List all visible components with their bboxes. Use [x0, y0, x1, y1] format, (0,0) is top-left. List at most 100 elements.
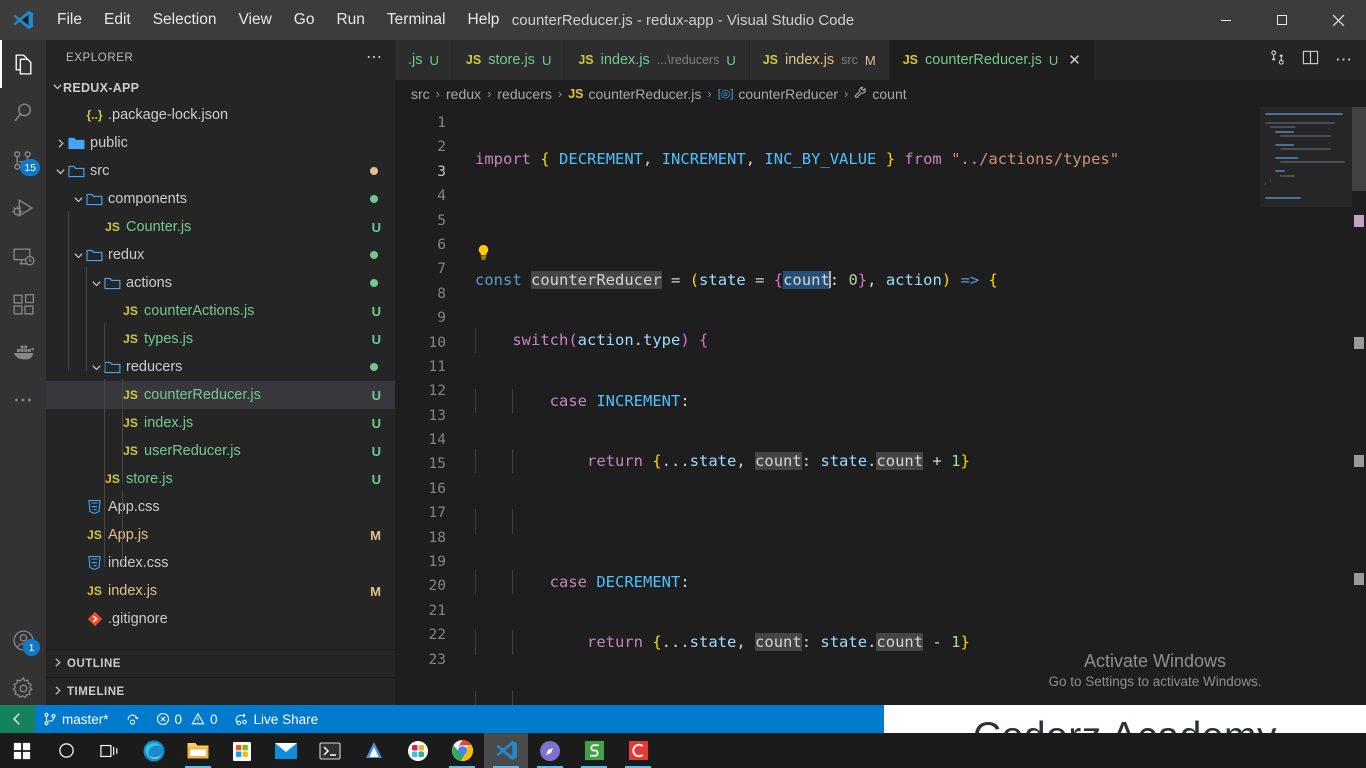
taskbar-postman[interactable] [528, 733, 572, 768]
taskbar-xampp[interactable] [352, 733, 396, 768]
sidebar-more-actions-icon[interactable]: ⋯ [366, 49, 383, 65]
tree-item-counter-js[interactable]: JS Counter.js U [46, 213, 395, 241]
menu-item-go[interactable]: Go [283, 7, 326, 33]
taskbar-terminal[interactable] [308, 733, 352, 768]
activity-docker[interactable] [0, 328, 46, 376]
editor-scrollbar[interactable] [1352, 107, 1366, 705]
taskbar-slack[interactable] [396, 733, 440, 768]
menu-item-file[interactable]: File [46, 7, 93, 33]
editor-actions[interactable]: ⋯ [1255, 40, 1366, 80]
tree-item-counteractions-js[interactable]: JS counterActions.js U [46, 297, 395, 325]
taskbar-search-button[interactable] [44, 733, 88, 768]
close-button[interactable] [1310, 0, 1366, 40]
tree-item-userreducer-js[interactable]: JS userReducer.js U [46, 437, 395, 465]
taskbar-start-button[interactable] [0, 733, 44, 768]
tree-item-components[interactable]: components [46, 185, 395, 213]
code-line-10 [457, 690, 1366, 705]
maximize-button[interactable] [1254, 0, 1310, 40]
tab-bar[interactable]: .js U JS store.js U JS index.js ...\reducers U JS… [395, 40, 1366, 80]
file-tree[interactable]: {..} .package-lock.json public src component… [46, 101, 395, 649]
tree-root-redux-app[interactable]: REDUX-APP [46, 75, 395, 101]
activity-bar[interactable]: 15 1 [0, 40, 46, 720]
editor-tab-index-js[interactable]: JS index.js src M [749, 40, 890, 80]
taskbar-c-app[interactable] [616, 733, 660, 768]
scrollbar-thumb[interactable] [1352, 107, 1366, 191]
status-branch[interactable]: master* [35, 705, 117, 733]
activity-extensions[interactable] [0, 280, 46, 328]
taskbar-task-view-button[interactable] [88, 733, 132, 768]
activity-more-views[interactable] [0, 376, 46, 424]
status-problems[interactable]: 0 0 [148, 705, 226, 733]
taskbar-visual-studio-code[interactable] [484, 733, 528, 768]
breadcrumb-separator: › [487, 86, 492, 101]
menu-item-run[interactable]: Run [325, 7, 375, 33]
tree-item-index-js[interactable]: JS index.js M [46, 577, 395, 605]
taskbar-microsoft-store[interactable] [220, 733, 264, 768]
tab-close-icon[interactable]: ✕ [1068, 51, 1081, 69]
menu-item-help[interactable]: Help [457, 7, 511, 33]
tree-item-types-js[interactable]: JS types.js U [46, 325, 395, 353]
menu-item-terminal[interactable]: Terminal [376, 7, 457, 33]
status-sync-button[interactable] [117, 705, 148, 733]
menu-bar[interactable]: File Edit Selection View Go Run Terminal… [46, 7, 510, 33]
taskbar-chrome[interactable] [440, 733, 484, 768]
split-editor-icon[interactable] [1302, 49, 1319, 71]
tree-item-counterreducer-js[interactable]: JS counterReducer.js U [46, 381, 395, 409]
activity-source-control[interactable]: 15 [0, 136, 46, 184]
more-actions-icon[interactable]: ⋯ [1335, 51, 1352, 68]
lightbulb-icon[interactable] [476, 244, 491, 264]
tree-item-reducers[interactable]: reducers [46, 353, 395, 381]
scrollbar-decoration [1354, 337, 1364, 349]
minimize-button[interactable] [1198, 0, 1254, 40]
code-editor[interactable]: 1 2 3 4 5 6 7 8 9 10 11 12 13 14 15 16 17 18 19 20 21 22 23 im… [395, 107, 1366, 705]
editor-tab-store-js[interactable]: JS store.js U [452, 40, 566, 80]
breadcrumb-item-src[interactable]: src [411, 86, 430, 102]
status-live-share[interactable]: Live Share [226, 705, 327, 733]
taskbar-file-explorer[interactable] [176, 733, 220, 768]
outline-label: OUTLINE [67, 657, 121, 670]
tree-item-label: reducers [126, 359, 183, 375]
tree-item-index-js[interactable]: JS index.js U [46, 409, 395, 437]
tree-item-actions[interactable]: actions [46, 269, 395, 297]
editor-tab-counterreducer-js[interactable]: JS counterReducer.js U ✕ [889, 40, 1095, 80]
menu-item-edit[interactable]: Edit [93, 7, 142, 33]
tree-item-app-css[interactable]: App.css [46, 493, 395, 521]
breadcrumb-item-reducers[interactable]: reducers [497, 86, 551, 102]
breadcrumb-item-counterreducer[interactable]: [◎] counterReducer [718, 86, 838, 102]
window-controls[interactable] [1198, 0, 1366, 40]
activity-remote-explorer[interactable] [0, 232, 46, 280]
taskbar[interactable] [0, 733, 1366, 768]
breadcrumb-item-count[interactable]: count [854, 86, 907, 102]
editor-tab--js[interactable]: .js U [395, 40, 453, 80]
tree-item-redux[interactable]: redux [46, 241, 395, 269]
breadcrumb-item-redux[interactable]: redux [446, 86, 481, 102]
breadcrumb-separator: › [707, 86, 712, 101]
editor-tab-index-js[interactable]: JS index.js ...\reducers U [565, 40, 750, 80]
tree-item-app-js[interactable]: JS App.js M [46, 521, 395, 549]
tree-item--package-lock-json[interactable]: {..} .package-lock.json [46, 101, 395, 129]
tree-item-store-js[interactable]: JS store.js U [46, 465, 395, 493]
sidebar-section-timeline[interactable]: TIMELINE [46, 677, 395, 705]
breadcrumb[interactable]: src › redux › reducers › JS counterReducer.js › [… [395, 80, 1366, 107]
sidebar-section-outline[interactable]: OUTLINE [46, 649, 395, 677]
taskbar-edge[interactable] [132, 733, 176, 768]
menu-item-selection[interactable]: Selection [142, 7, 228, 33]
tree-item--gitignore[interactable]: .gitignore [46, 605, 395, 633]
activity-run-and-debug[interactable] [0, 184, 46, 232]
status-remote-button[interactable] [0, 705, 35, 733]
menu-item-view[interactable]: View [227, 7, 282, 33]
activity-explorer[interactable] [0, 40, 46, 88]
code-content[interactable]: import { DECREMENT, INCREMENT, INC_BY_VA… [457, 107, 1366, 705]
breadcrumb-item-counterreducer-js[interactable]: JS counterReducer.js [568, 86, 701, 102]
tree-item-index-css[interactable]: index.css [46, 549, 395, 577]
minimap[interactable] [1260, 107, 1352, 705]
activity-search[interactable] [0, 88, 46, 136]
compare-changes-icon[interactable] [1269, 49, 1286, 71]
activity-accounts[interactable]: 1 [0, 616, 46, 664]
minimap-slider[interactable] [1260, 107, 1352, 207]
tab-label: store.js [488, 52, 535, 68]
taskbar-sublime-text[interactable] [572, 733, 616, 768]
tree-item-src[interactable]: src [46, 157, 395, 185]
tree-item-public[interactable]: public [46, 129, 395, 157]
taskbar-mail[interactable] [264, 733, 308, 768]
